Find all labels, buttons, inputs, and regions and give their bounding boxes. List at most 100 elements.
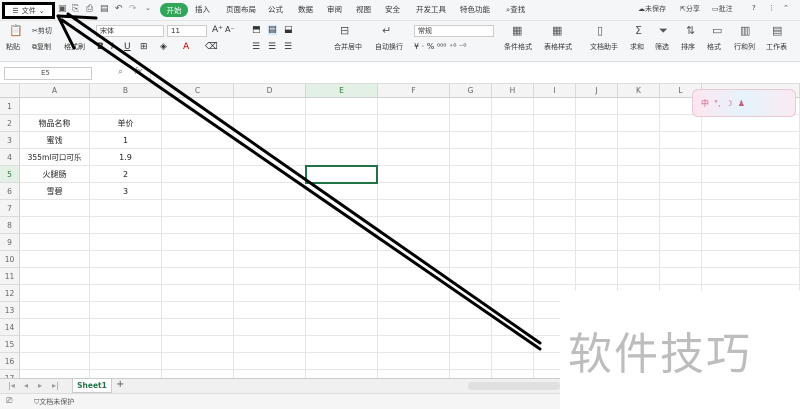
grid-cell[interactable]: [234, 98, 306, 115]
grid-cell[interactable]: [450, 319, 492, 336]
grid-cell[interactable]: [306, 319, 378, 336]
grid-cell[interactable]: [378, 149, 450, 166]
grid-cell[interactable]: [660, 234, 702, 251]
grid-cell[interactable]: [20, 268, 90, 285]
row-col-icon[interactable]: ▥: [740, 24, 750, 37]
grid-cell[interactable]: [450, 115, 492, 132]
paste-button[interactable]: 粘贴: [6, 42, 20, 52]
grid-cell[interactable]: [618, 217, 660, 234]
grid-cell[interactable]: [492, 319, 534, 336]
export-icon[interactable]: ⎘: [72, 4, 79, 14]
grid-cell[interactable]: [306, 251, 378, 268]
grid-cell[interactable]: [492, 132, 534, 149]
grid-cell[interactable]: [378, 285, 450, 302]
col-header-b[interactable]: B: [90, 84, 162, 98]
grid-cell[interactable]: [378, 183, 450, 200]
grid-cell[interactable]: [534, 183, 576, 200]
grid-cell[interactable]: [534, 98, 576, 115]
filter-icon[interactable]: ⏷: [659, 24, 668, 38]
grid-cell[interactable]: [378, 217, 450, 234]
grid-cell[interactable]: [534, 268, 576, 285]
print-icon[interactable]: ⎙: [86, 4, 93, 14]
row-header-11[interactable]: 11: [0, 268, 20, 285]
grid-cell[interactable]: [660, 217, 702, 234]
grid-cell[interactable]: [20, 200, 90, 217]
fx-icon[interactable]: fx: [134, 67, 143, 77]
cell-a6[interactable]: 雪碧: [20, 183, 90, 200]
grid-cell[interactable]: [306, 268, 378, 285]
grid-cell[interactable]: [534, 166, 576, 183]
grid-cell[interactable]: [576, 149, 618, 166]
undo-icon[interactable]: ↶: [115, 4, 123, 14]
grid-cell[interactable]: [534, 234, 576, 251]
row-header-14[interactable]: 14: [0, 319, 20, 336]
bold-icon[interactable]: B: [97, 42, 104, 52]
table-style-icon[interactable]: ▦: [552, 24, 562, 37]
number-format-select[interactable]: 常规: [414, 25, 494, 37]
row-header-4[interactable]: 4: [0, 149, 20, 166]
col-header-a[interactable]: A: [20, 84, 90, 98]
grid-cell[interactable]: [306, 200, 378, 217]
grid-cell[interactable]: [450, 217, 492, 234]
paste-icon[interactable]: 📋: [9, 24, 23, 37]
search-button[interactable]: ⌕查找: [506, 4, 525, 15]
sheet-tab-sheet1[interactable]: Sheet1: [72, 379, 112, 393]
grid-cell[interactable]: [162, 98, 234, 115]
currency-icon[interactable]: ¥ · % ⁰⁰⁰ ⁺⁰ ⁻⁰: [414, 42, 466, 51]
grid-cell[interactable]: [660, 166, 702, 183]
align-bottom-icon[interactable]: ⬓: [284, 25, 293, 35]
sort-icon[interactable]: ⇅: [686, 24, 695, 37]
grid-cell[interactable]: [492, 336, 534, 353]
grid-cell[interactable]: [234, 285, 306, 302]
grid-cell[interactable]: [162, 234, 234, 251]
grid-cell[interactable]: [492, 302, 534, 319]
grid-cell[interactable]: [306, 115, 378, 132]
grid-cell[interactable]: [660, 183, 702, 200]
grid-cell[interactable]: [378, 166, 450, 183]
grid-cell[interactable]: [378, 319, 450, 336]
worksheet-icon[interactable]: ▤: [772, 24, 782, 37]
grid-cell[interactable]: [450, 353, 492, 370]
row-header-8[interactable]: 8: [0, 217, 20, 234]
grid-cell[interactable]: [90, 336, 162, 353]
grid-cell[interactable]: [162, 217, 234, 234]
grid-cell[interactable]: [492, 234, 534, 251]
grid-cell[interactable]: [20, 285, 90, 302]
grid-cell[interactable]: [378, 132, 450, 149]
ime-toolbar[interactable]: 中 °, ☽ ♟: [692, 89, 796, 117]
tab-security[interactable]: 安全: [385, 4, 400, 15]
grid-cell[interactable]: [492, 183, 534, 200]
grid-cell[interactable]: [618, 98, 660, 115]
print-preview-icon[interactable]: ▤: [100, 4, 109, 14]
row-header-13[interactable]: 13: [0, 302, 20, 319]
grid-cell[interactable]: [534, 200, 576, 217]
grid-cell[interactable]: [702, 268, 800, 285]
grid-cell[interactable]: [450, 166, 492, 183]
grid-cell[interactable]: [702, 166, 800, 183]
grid-cell[interactable]: [618, 183, 660, 200]
status-icon[interactable]: ⎚: [6, 396, 12, 406]
grid-cell[interactable]: [492, 268, 534, 285]
grid-cell[interactable]: [306, 217, 378, 234]
grid-cell[interactable]: [378, 353, 450, 370]
grid-cell[interactable]: [618, 200, 660, 217]
grid-cell[interactable]: [702, 149, 800, 166]
grid-cell[interactable]: [450, 268, 492, 285]
grid-cell[interactable]: [660, 251, 702, 268]
align-left-icon[interactable]: ☰: [252, 42, 260, 52]
font-color-icon[interactable]: A: [183, 42, 189, 52]
grid-cell[interactable]: [162, 183, 234, 200]
tab-features[interactable]: 特色功能: [460, 4, 490, 15]
col-header-i[interactable]: I: [534, 84, 576, 98]
grid-cell[interactable]: [702, 200, 800, 217]
grid-cell[interactable]: [702, 251, 800, 268]
copy-button[interactable]: ⧉复制: [32, 42, 51, 52]
row-header-10[interactable]: 10: [0, 251, 20, 268]
grid-cell[interactable]: [90, 268, 162, 285]
col-header-f[interactable]: F: [378, 84, 450, 98]
row-header-7[interactable]: 7: [0, 200, 20, 217]
comment-button[interactable]: ▭批注: [712, 4, 733, 14]
grid-cell[interactable]: [492, 98, 534, 115]
grid-cell[interactable]: [162, 285, 234, 302]
grid-cell[interactable]: [618, 132, 660, 149]
